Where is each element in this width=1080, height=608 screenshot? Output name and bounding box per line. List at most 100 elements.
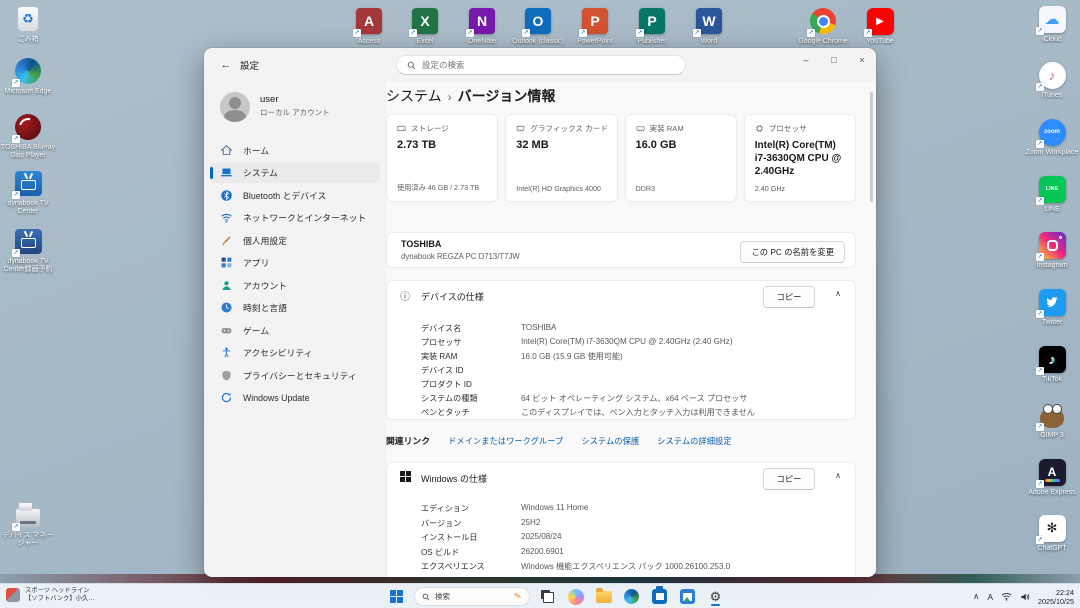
shortcut-arrow-icon: ↗ [864,29,872,37]
shortcut-arrow-icon: ↗ [353,29,361,37]
desktop-icon-chatgpt[interactable]: ✻↗ ChatGPT [1024,513,1080,553]
desktop-icon-recycle-bin[interactable]: ♻ ごみ箱 [0,4,56,44]
minimize-button[interactable]: – [792,48,820,72]
desktop-icon-gimp[interactable]: ↗ GIMP 3 [1024,400,1080,440]
sidebar-item-windows-update[interactable]: Windows Update [210,388,380,408]
sidebar-item-personalization[interactable]: 個人用設定 [210,230,380,250]
accessibility-icon [220,346,233,359]
chatgpt-icon: ✻↗ [1037,513,1067,543]
desktop-icon-instagram[interactable]: ↗ Instagram [1024,230,1080,270]
desktop-icon-onenote[interactable]: N↗ OneNote [454,6,510,46]
sidebar-item-bluetooth[interactable]: Bluetooth とデバイス [210,185,380,205]
link-advanced-system-settings[interactable]: システムの詳細設定 [657,435,731,447]
desktop-icon-twitter[interactable]: ↗ Twitter [1024,287,1080,327]
desktop-icon-device-manager[interactable]: ↗ デバイス マネージャー [0,500,56,548]
file-explorer-button[interactable] [593,586,614,607]
chrome-icon: ↗ [808,6,838,36]
settings-search-box[interactable]: 設定の検索 [396,55,686,75]
device-spec-header[interactable]: ⓘ デバイスの仕様 コピー ∧ [387,281,855,309]
related-links: 関連リンク ドメインまたはワークグループ システムの保護 システムの詳細設定 [386,434,732,447]
clock-date: 2025/10/25 [1038,597,1074,606]
shortcut-arrow-icon: ↗ [807,29,815,37]
taskbar-search[interactable]: 検索 ✎ [414,587,530,606]
avatar[interactable] [220,92,250,122]
maximize-button[interactable]: □ [820,48,848,72]
rename-pc-button[interactable]: この PC の名前を変更 [740,241,845,263]
copilot-icon [568,589,584,605]
device-manager-icon: ↗ [13,500,43,530]
desktop-icon-toshiba-bluray[interactable]: ↗ TOSHIBA Blu-ray Disc Player [0,112,56,160]
windows-spec-header[interactable]: Windows の仕様 コピー ∧ [387,463,855,491]
chevron-up-icon[interactable]: ∧ [835,471,841,480]
window-title: 設定 [240,58,259,72]
desktop-icon-publisher[interactable]: P↗ Publisher [624,6,680,46]
settings-sidebar: user ローカル アカウント ホーム システム Bluetooth とデバイス… [204,82,386,577]
task-view-button[interactable] [537,586,558,607]
sidebar-item-home[interactable]: ホーム [210,140,380,160]
itunes-icon: ♪↗ [1037,60,1067,90]
link-system-protection[interactable]: システムの保護 [581,435,639,447]
desktop-icon-label: OneNote [454,38,510,46]
gear-icon: ⚙ [710,589,722,604]
desktop-icon-powerpoint[interactable]: P↗ PowerPoint [567,6,623,46]
gamepad-icon [220,324,233,337]
icloud-icon: ☁↗ [1037,4,1067,34]
desktop-icon-dynabook-tv[interactable]: ↗ dynabook TV Center [0,168,56,216]
chevron-up-icon[interactable]: ∧ [835,289,841,298]
edge-button[interactable] [621,586,642,607]
desktop-icon-label: ChatGPT [1024,545,1080,553]
sidebar-item-privacy[interactable]: プライバシーとセキュリティ [210,365,380,385]
shortcut-arrow-icon: ↗ [636,29,644,37]
desktop-icon-excel[interactable]: X↗ Excel [397,6,453,46]
page-title: バージョン情報 [458,88,556,104]
desktop-icon-dynabook-tv-2[interactable]: ↗ dynabook TV Center録画予約 [0,226,56,274]
desktop-icon-zoom[interactable]: zoom↗ Zoom Workplace [1024,117,1080,157]
widgets-button[interactable]: スポーツ ヘッドライン 【ソフトバンク】小久… [6,587,95,603]
cpu-card: プロセッサ Intel(R) Core(TM) i7-3630QM CPU @ … [744,114,856,202]
desktop-icon-label: dynabook TV Center録画予約 [0,258,56,274]
sidebar-item-apps[interactable]: アプリ [210,253,380,273]
desktop-icon-line[interactable]: LINE↗ LINE [1024,174,1080,214]
device-name-card: TOSHIBA dynabook REGZA PC D713/T7JW この P… [386,232,856,268]
shield-icon [220,369,233,382]
taskbar-clock[interactable]: 22:24 2025/10/25 [1038,588,1074,606]
desktop-icon-edge[interactable]: ↗ Microsoft Edge [0,56,56,96]
laptop-icon [220,166,233,179]
desktop-icon-youtube[interactable]: ▶↗ YouTube [852,6,908,46]
desktop-icon-word[interactable]: W↗ Word [681,6,737,46]
outlook-icon: O↗ [523,6,553,36]
tv-record-icon: ↗ [13,226,43,256]
edge-icon: ↗ [13,56,43,86]
desktop-icon-chrome[interactable]: ↗ Google Chrome [795,6,851,46]
start-button[interactable] [386,586,407,607]
sidebar-item-accessibility[interactable]: アクセシビリティ [210,343,380,363]
back-button[interactable]: ← [216,55,236,75]
tray-chevron-icon[interactable]: ∧ [973,591,979,602]
photos-button[interactable] [677,586,698,607]
close-button[interactable]: × [848,48,876,72]
desktop-icon-outlook[interactable]: O↗ Outlook (classic) [510,6,566,46]
store-button[interactable] [649,586,670,607]
sidebar-item-accounts[interactable]: アカウント [210,275,380,295]
desktop-icon-tiktok[interactable]: ♪↗ TikTok [1024,344,1080,384]
desktop-icon-access[interactable]: A↗ Access [341,6,397,46]
copy-button[interactable]: コピー [763,286,815,308]
sidebar-item-time-language[interactable]: 時刻と言語 [210,298,380,318]
copilot-button[interactable] [565,586,586,607]
sidebar-item-gaming[interactable]: ゲーム [210,320,380,340]
link-microsoft-terms[interactable]: Microsoft サービス規約 [421,576,581,578]
settings-button-active[interactable]: ⚙ [705,586,726,607]
shortcut-arrow-icon: ↗ [1036,423,1044,431]
wifi-icon[interactable] [1001,592,1012,601]
breadcrumb-root[interactable]: システム [386,88,442,104]
desktop-icon-icloud[interactable]: ☁↗ iCloud [1024,4,1080,44]
desktop-icon-itunes[interactable]: ♪↗ iTunes [1024,60,1080,100]
link-domain-workgroup[interactable]: ドメインまたはワークグループ [448,435,563,447]
speaker-icon[interactable] [1020,592,1030,602]
desktop-icon-adobe-express[interactable]: A↗ Adobe Express [1024,457,1080,497]
ime-indicator[interactable]: A [987,592,993,602]
content-scrollbar[interactable] [870,92,873,202]
sidebar-item-system[interactable]: システム [210,163,380,183]
sidebar-item-network[interactable]: ネットワークとインターネット [210,208,380,228]
copy-button[interactable]: コピー [763,468,815,490]
